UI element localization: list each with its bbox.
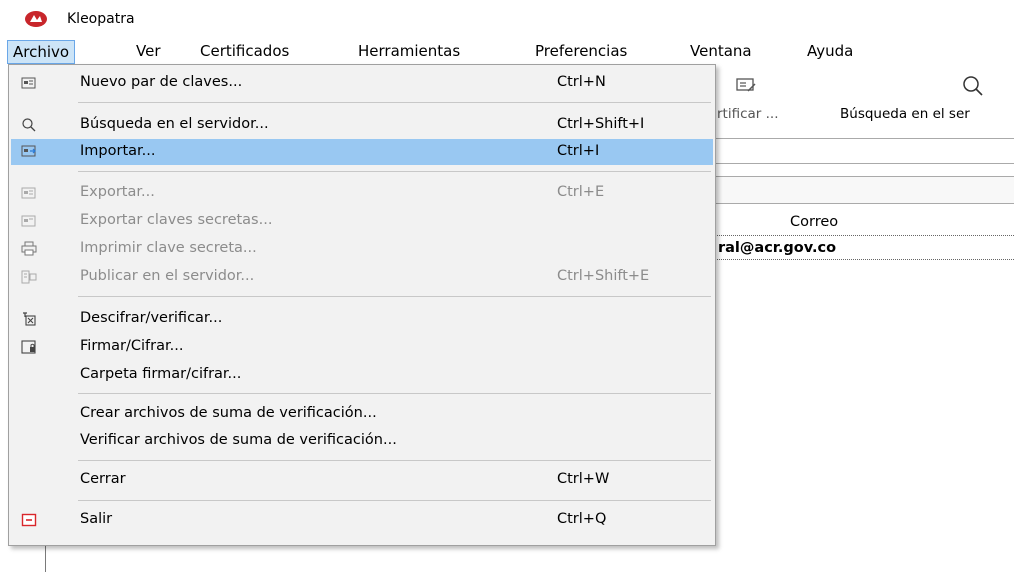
server-search-label: Búsqueda en el ser [840, 106, 970, 122]
window-title: Kleopatra [67, 11, 135, 27]
menu-item-label: Firmar/Cifrar... [80, 338, 184, 354]
toolbar: rtificar ... Búsqueda en el ser [714, 66, 1014, 136]
menu-item-label: Nuevo par de claves... [80, 74, 243, 90]
menu-separator [78, 296, 711, 297]
column-header-correo[interactable]: Correo [790, 214, 838, 230]
menu-item-label: Exportar... [80, 184, 155, 200]
menu-item-exportar[interactable]: Exportar... Ctrl+E [11, 181, 713, 205]
menu-item-shortcut: Ctrl+I [557, 143, 600, 159]
menu-separator [78, 171, 711, 172]
menu-item-descifrar-verificar[interactable]: Descifrar/verificar... [11, 307, 713, 331]
menu-item-shortcut: Ctrl+Q [557, 511, 607, 527]
menu-item-label: Salir [80, 511, 113, 527]
search-input[interactable] [714, 138, 1014, 164]
archivo-dropdown-menu: Nuevo par de claves... Ctrl+N Búsqueda e… [8, 64, 716, 546]
menu-item-verificar-suma-verificacion[interactable]: Verificar archivos de suma de verificaci… [11, 429, 713, 453]
menu-item-crear-suma-verificacion[interactable]: Crear archivos de suma de verificación..… [11, 402, 713, 426]
menu-item-label: Descifrar/verificar... [80, 310, 223, 326]
menu-item-label: Exportar claves secretas... [80, 212, 273, 228]
menu-item-label: Carpeta firmar/cifrar... [80, 366, 242, 382]
menu-item-label: Publicar en el servidor... [80, 268, 255, 284]
menu-item-label: Búsqueda en el servidor... [80, 116, 269, 132]
certify-button[interactable]: rtificar ... [714, 66, 809, 128]
menu-item-shortcut: Ctrl+W [557, 471, 610, 487]
menu-item-carpeta-firmar-cifrar[interactable]: Carpeta firmar/cifrar... [11, 363, 713, 387]
certify-label: rtificar ... [717, 106, 779, 122]
row-divider [714, 259, 1014, 260]
menu-ayuda[interactable]: Ayuda [802, 40, 858, 63]
publish-icon [21, 270, 37, 284]
row-divider [714, 235, 1014, 236]
menu-separator [78, 460, 711, 461]
menu-bar: Archivo Ver Certificados Herramientas Pr… [0, 40, 1014, 64]
menu-item-shortcut: Ctrl+Shift+E [557, 268, 650, 284]
server-search-button[interactable]: Búsqueda en el ser [824, 66, 1014, 128]
menu-archivo[interactable]: Archivo [7, 40, 76, 64]
menu-preferencias[interactable]: Preferencias [530, 40, 632, 63]
menu-item-cerrar[interactable]: Cerrar Ctrl+W [11, 468, 713, 492]
menu-item-imprimir-clave-secreta[interactable]: Imprimir clave secreta... [11, 237, 713, 261]
menu-ver[interactable]: Ver [131, 40, 166, 63]
menu-item-exportar-claves-secretas[interactable]: Exportar claves secretas... [11, 209, 713, 233]
menu-item-label: Imprimir clave secreta... [80, 240, 257, 256]
menu-separator [78, 393, 711, 394]
menu-item-label: Crear archivos de suma de verificación..… [80, 405, 377, 421]
menu-item-nuevo-par-de-claves[interactable]: Nuevo par de claves... Ctrl+N [11, 71, 713, 95]
email-cell[interactable]: ral@acr.gov.co [718, 240, 836, 256]
decrypt-verify-icon [23, 312, 36, 326]
menu-item-label: Cerrar [80, 471, 126, 487]
new-keypair-icon [21, 77, 36, 89]
menu-item-shortcut: Ctrl+N [557, 74, 606, 90]
kleopatra-icon [25, 11, 47, 27]
menu-separator [78, 500, 711, 501]
sign-encrypt-icon [21, 340, 36, 354]
menu-item-firmar-cifrar[interactable]: Firmar/Cifrar... [11, 335, 713, 359]
menu-item-salir[interactable]: Salir Ctrl+Q [11, 508, 713, 532]
menu-item-busqueda-servidor[interactable]: Búsqueda en el servidor... Ctrl+Shift+I [11, 113, 713, 137]
export-icon [21, 187, 36, 199]
menu-ventana[interactable]: Ventana [685, 40, 757, 63]
menu-item-label: Importar... [80, 143, 156, 159]
menu-item-importar[interactable]: Importar... Ctrl+I [11, 139, 713, 165]
printer-icon [21, 241, 37, 256]
filter-bar[interactable] [714, 176, 1014, 204]
title-bar: Kleopatra [0, 0, 1014, 36]
menu-item-shortcut: Ctrl+Shift+I [557, 116, 645, 132]
search-icon [22, 118, 36, 132]
menu-item-publicar-servidor[interactable]: Publicar en el servidor... Ctrl+Shift+E [11, 265, 713, 289]
exit-icon [21, 513, 37, 527]
search-icon [963, 76, 983, 96]
import-icon [21, 145, 36, 157]
menu-item-label: Verificar archivos de suma de verificaci… [80, 432, 397, 448]
menu-certificados[interactable]: Certificados [195, 40, 294, 63]
menu-item-shortcut: Ctrl+E [557, 184, 605, 200]
menu-separator [78, 102, 711, 103]
certify-icon [736, 78, 756, 92]
export-secret-icon [21, 215, 36, 227]
menu-herramientas[interactable]: Herramientas [353, 40, 465, 63]
